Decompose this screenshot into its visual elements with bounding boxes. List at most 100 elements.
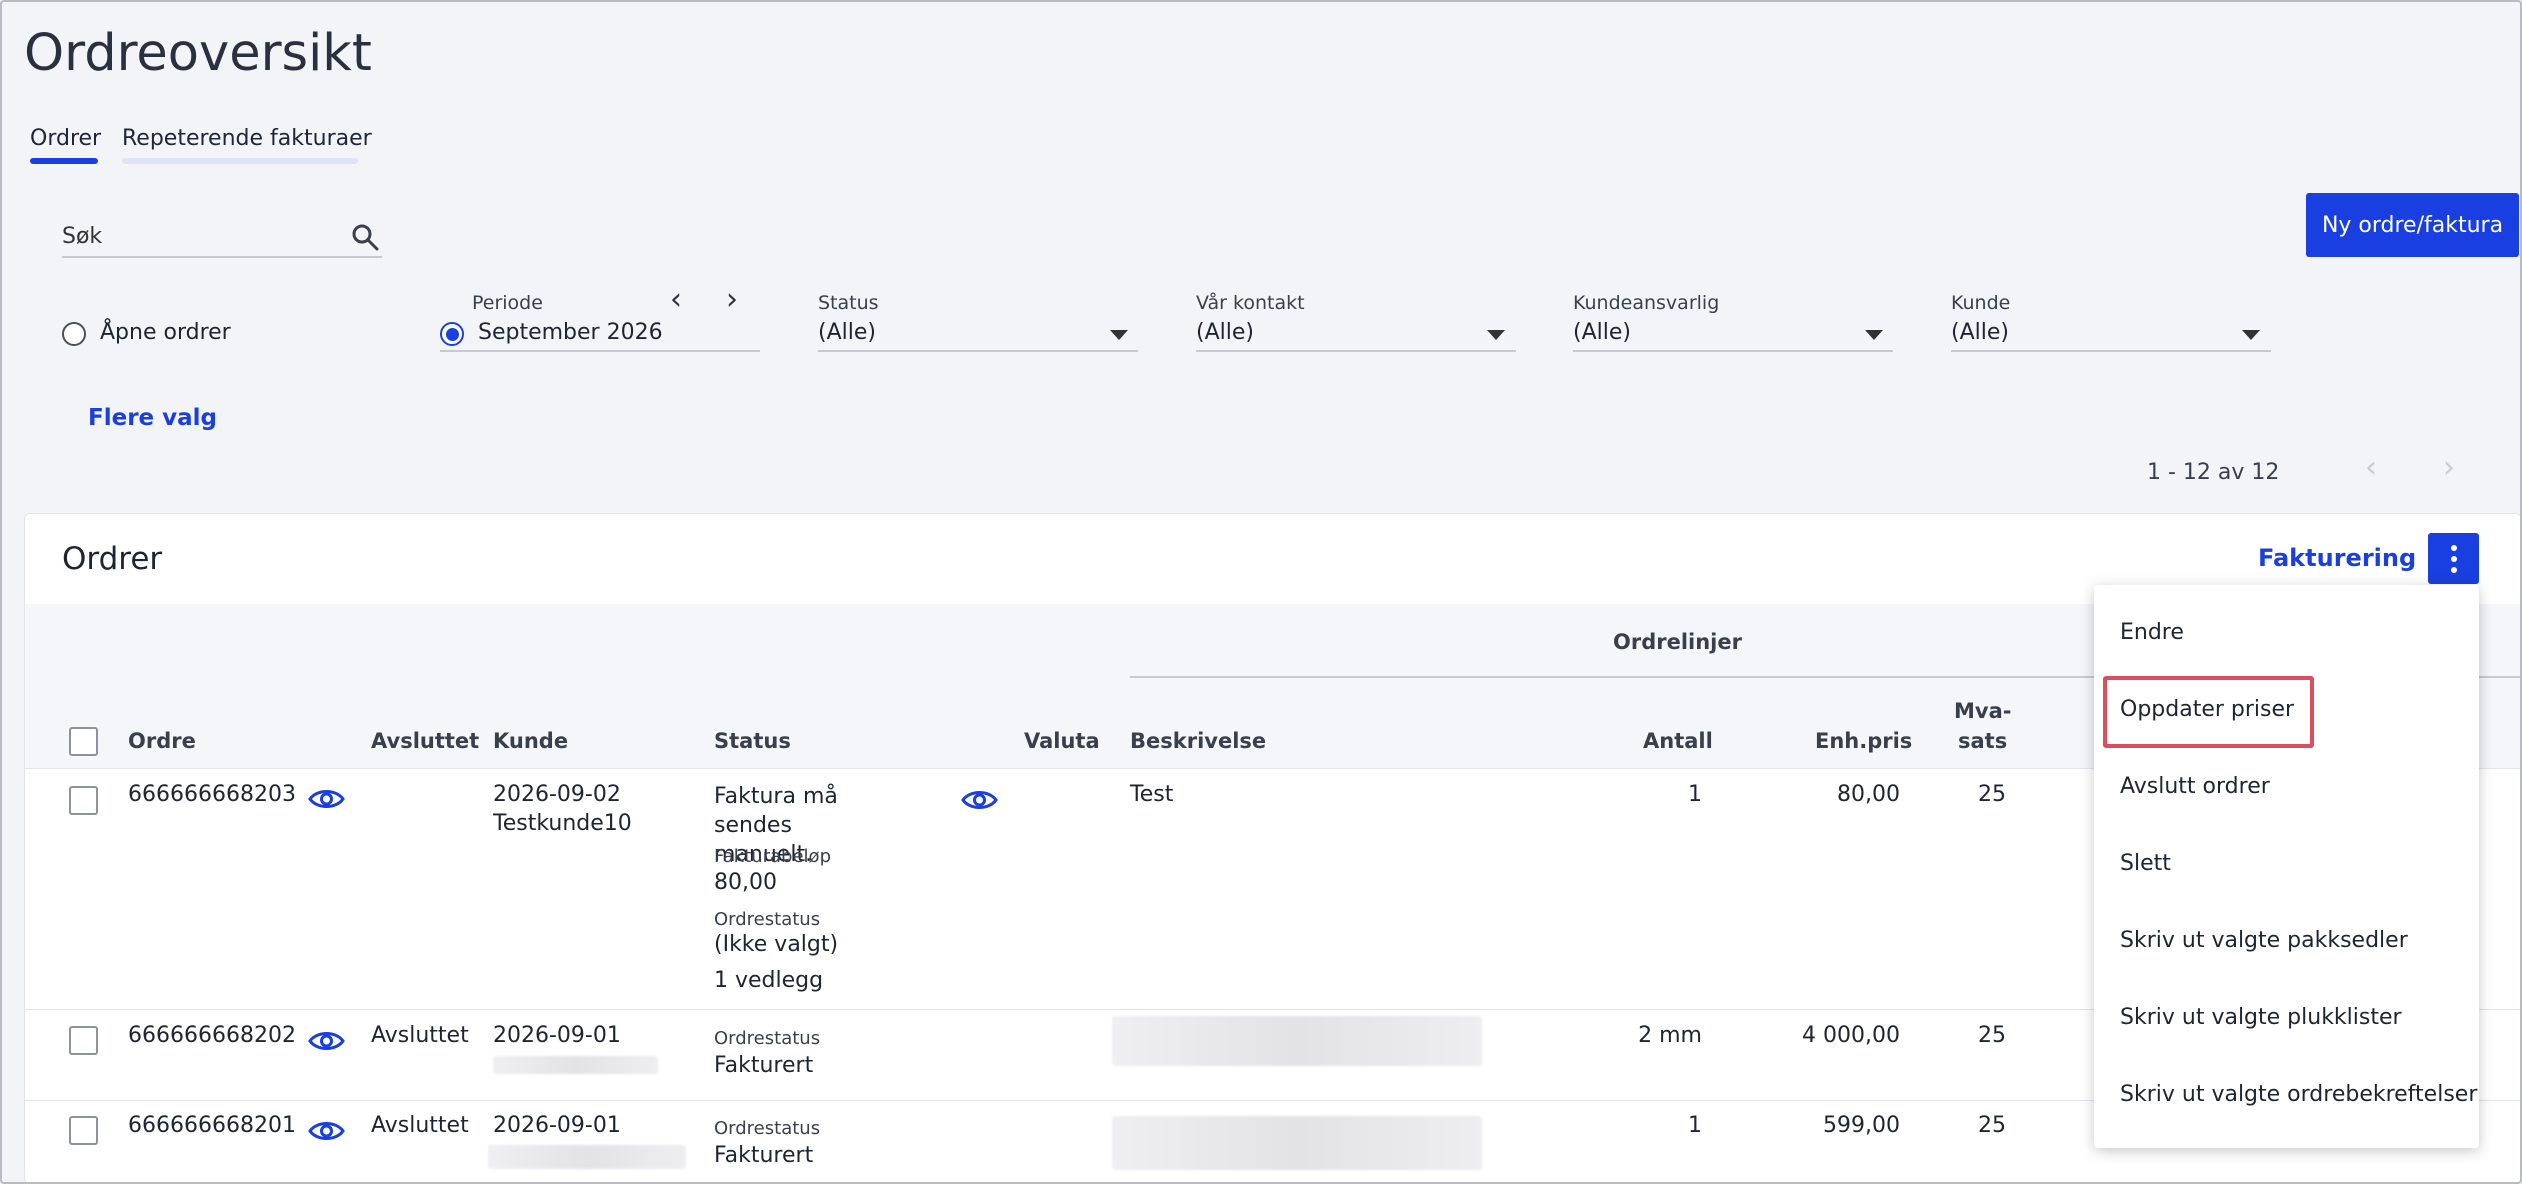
search-icon[interactable] (350, 222, 380, 252)
open-orders-label: Åpne ordrer (100, 320, 231, 345)
col-vat-top[interactable]: Mva- (1954, 699, 2011, 723)
closed-status: Avsluttet (371, 1113, 469, 1138)
order-date: 2026-09-01 (493, 1113, 621, 1138)
col-currency[interactable]: Valuta (1024, 729, 1100, 753)
customer-responsible-select[interactable]: (Alle) (1573, 320, 1631, 345)
order-number-link[interactable]: 666666668202 (128, 1023, 296, 1048)
period-prev-icon[interactable]: ‹ (670, 282, 682, 317)
open-orders-radio[interactable] (62, 322, 86, 346)
status-underline (818, 350, 1138, 352)
order-number-link[interactable]: 666666668203 (128, 782, 296, 807)
customer-responsible-label: Kundeansvarlig (1573, 292, 1720, 314)
customer-filter-select[interactable]: (Alle) (1951, 320, 2009, 345)
order-number-link[interactable]: 666666668201 (128, 1113, 296, 1138)
line-unit-price: 4 000,00 (1802, 1023, 1900, 1048)
invoice-amount: 80,00 (714, 870, 777, 895)
col-order[interactable]: Ordre (128, 729, 196, 753)
more-options-link[interactable]: Flere valg (88, 405, 217, 431)
pagination-next-icon[interactable]: › (2443, 450, 2455, 485)
customer-filter-label: Kunde (1951, 292, 2011, 314)
order-status-label: Ordrestatus (714, 909, 821, 930)
menu-item-print-pick-lists[interactable]: Skriv ut valgte plukklister (2120, 1005, 2402, 1030)
menu-item-print-packing-slips[interactable]: Skriv ut valgte pakksedler (2120, 928, 2408, 953)
customer-responsible-chevron-down-icon[interactable] (1865, 330, 1883, 340)
kebab-dot (2450, 566, 2457, 573)
order-date: 2026-09-01 (493, 1023, 621, 1048)
col-status[interactable]: Status (714, 729, 791, 753)
period-next-icon[interactable]: › (726, 282, 738, 317)
invoice-amount-label: Fakturabeløp (714, 846, 831, 867)
row-checkbox[interactable] (69, 1026, 98, 1055)
redacted-description (1112, 1116, 1482, 1170)
our-contact-chevron-down-icon[interactable] (1487, 330, 1505, 340)
page-title: Ordreoversikt (24, 24, 372, 83)
our-contact-select[interactable]: (Alle) (1196, 320, 1254, 345)
more-actions-button[interactable] (2428, 533, 2479, 584)
eye-icon[interactable] (308, 1118, 345, 1144)
menu-item-oppdater-priser[interactable]: Oppdater priser (2120, 697, 2294, 722)
row-checkbox[interactable] (69, 786, 98, 815)
select-all-checkbox[interactable] (69, 727, 98, 756)
customer-underline (1951, 350, 2271, 352)
period-label: Periode (472, 292, 543, 314)
eye-icon[interactable] (308, 786, 345, 812)
line-unit-price: 80,00 (1837, 782, 1900, 807)
period-radio[interactable] (440, 322, 464, 346)
our-contact-underline (1196, 350, 1516, 352)
search-underline (62, 256, 382, 258)
order-status: (Ikke valgt) (714, 932, 839, 957)
customer-chevron-down-icon[interactable] (2242, 330, 2260, 340)
status-chevron-down-icon[interactable] (1110, 330, 1128, 340)
group-header-ordrelinjer: Ordrelinjer (1613, 630, 1742, 654)
status-filter-label: Status (818, 292, 879, 314)
redacted-customer (493, 1056, 658, 1074)
orders-card-title: Ordrer (62, 541, 163, 577)
line-description: Test (1130, 782, 1174, 807)
pagination-text: 1 - 12 av 12 (2147, 460, 2280, 485)
line-unit-price: 599,00 (1823, 1113, 1900, 1138)
tab-ordrer[interactable]: Ordrer (30, 126, 101, 151)
order-status-label: Ordrestatus (714, 1118, 821, 1139)
menu-item-slett[interactable]: Slett (2120, 851, 2171, 876)
eye-icon[interactable] (961, 787, 998, 813)
search-input[interactable]: Søk (62, 224, 102, 249)
closed-status: Avsluttet (371, 1023, 469, 1048)
order-status: Fakturert (714, 1053, 814, 1078)
col-quantity[interactable]: Antall (1643, 729, 1713, 753)
col-description[interactable]: Beskrivelse (1130, 729, 1266, 753)
inactive-tab-indicator (122, 158, 358, 164)
period-underline (440, 350, 760, 352)
redacted-customer (488, 1145, 686, 1169)
active-tab-indicator (30, 158, 98, 164)
period-value[interactable]: September 2026 (478, 320, 663, 345)
order-status-label: Ordrestatus (714, 1028, 821, 1049)
line-quantity: 2 mm (1638, 1023, 1702, 1048)
col-closed[interactable]: Avsluttet (371, 729, 479, 753)
tab-repeterende-fakturaer[interactable]: Repeterende fakturaer (122, 126, 372, 151)
order-date: 2026-09-02 (493, 782, 621, 807)
menu-item-print-order-confirmations[interactable]: Skriv ut valgte ordrebekreftelser (2120, 1082, 2477, 1107)
col-vat-bottom[interactable]: sats (1958, 729, 2007, 753)
customer-link[interactable]: Testkunde10 (493, 811, 632, 836)
menu-item-endre[interactable]: Endre (2120, 620, 2184, 645)
line-quantity: 1 (1688, 782, 1702, 807)
kebab-dot (2450, 555, 2457, 562)
status-filter-select[interactable]: (Alle) (818, 320, 876, 345)
col-unit-price[interactable]: Enh.pris (1815, 729, 1912, 753)
line-vat: 25 (1978, 1023, 2006, 1048)
col-customer[interactable]: Kunde (493, 729, 568, 753)
invoicing-button[interactable]: Fakturering (2258, 544, 2416, 572)
row-checkbox[interactable] (69, 1116, 98, 1145)
order-status: Fakturert (714, 1143, 814, 1168)
pagination-prev-icon[interactable]: ‹ (2365, 450, 2377, 485)
menu-item-avslutt-ordrer[interactable]: Avslutt ordrer (2120, 774, 2270, 799)
line-vat: 25 (1978, 1113, 2006, 1138)
customer-responsible-underline (1573, 350, 1893, 352)
attachments-link[interactable]: 1 vedlegg (714, 968, 823, 993)
line-vat: 25 (1978, 782, 2006, 807)
our-contact-label: Vår kontakt (1196, 292, 1305, 314)
eye-icon[interactable] (308, 1028, 345, 1054)
new-order-button[interactable]: Ny ordre/faktura (2306, 193, 2519, 257)
redacted-description (1112, 1016, 1482, 1066)
kebab-dot (2450, 544, 2457, 551)
